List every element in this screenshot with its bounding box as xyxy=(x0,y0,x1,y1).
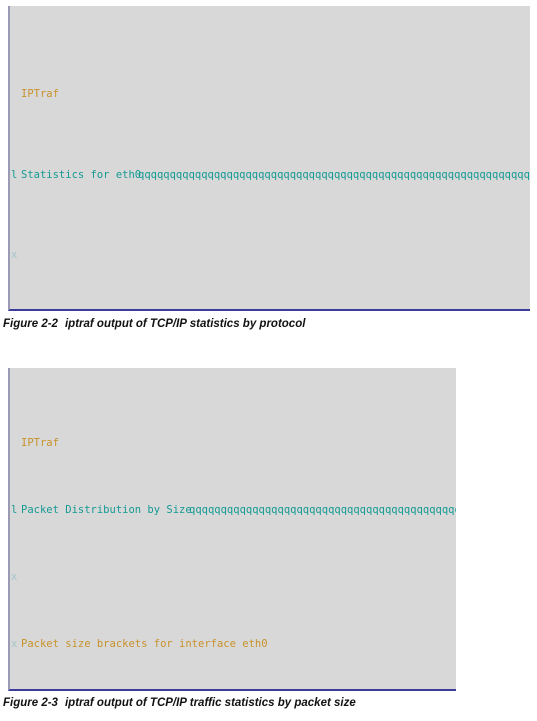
app-title-row: IPTraf xyxy=(10,437,456,450)
iptraf-packet-size-window[interactable]: IPTraf l Packet Distribution by Size qqq… xyxy=(8,368,456,691)
title-rule: qqqqqqqqqqqqqqqqqqqqqqqqqqqqqqqqqqqqqqqq… xyxy=(138,168,530,181)
figure-number: Figure 2-3 xyxy=(3,697,58,709)
terminal-screen-protocol: IPTraf l Statistics for eth0 qqqqqqqqqqq… xyxy=(10,33,530,309)
window-title-label: Packet Distribution by Size xyxy=(21,504,192,517)
title-border-glyph: l xyxy=(11,504,18,517)
iptraf-protocol-statistics-window[interactable]: IPTraf l Statistics for eth0 qqqqqqqqqqq… xyxy=(8,6,530,311)
figure-caption-packet-size: Figure 2-3 iptraf output of TCP/IP traffi… xyxy=(3,697,356,709)
title-rule: qqqqqqqqqqqqqqqqqqqqqqqqqqqqqqqqqqqqqqqq… xyxy=(189,504,456,517)
window-title-label: Statistics for eth0 xyxy=(21,168,142,181)
interface-subtitle-label: Packet size brackets for interface eth0 xyxy=(21,638,268,651)
title-border-glyph: l xyxy=(11,168,18,181)
subtitle-row: x Packet size brackets for interface eth… xyxy=(10,638,456,651)
app-title-row: IPTraf xyxy=(10,88,530,101)
window-title-row: l Packet Distribution by Size qqqqqqqqqq… xyxy=(10,504,456,517)
figure-caption-text: iptraf output of TCP/IP traffic statisti… xyxy=(64,697,356,709)
border-glyph: x xyxy=(11,571,18,584)
blank-row: x xyxy=(10,571,456,584)
figure-caption-text: iptraf output of TCP/IP statistics by pr… xyxy=(64,318,306,330)
app-name-label: IPTraf xyxy=(21,437,59,450)
figure-number: Figure 2-2 xyxy=(3,318,58,330)
app-name-label: IPTraf xyxy=(21,88,59,101)
blank-row: x xyxy=(10,249,530,262)
window-title-row: l Statistics for eth0 qqqqqqqqqqqqqqqqqq… xyxy=(10,169,530,182)
border-glyph: x xyxy=(11,249,18,262)
terminal-screen-packet-size: IPTraf l Packet Distribution by Size qqq… xyxy=(10,395,456,689)
border-glyph: x xyxy=(11,638,18,651)
figure-caption-protocol: Figure 2-2 iptraf output of TCP/IP statis… xyxy=(3,318,305,330)
